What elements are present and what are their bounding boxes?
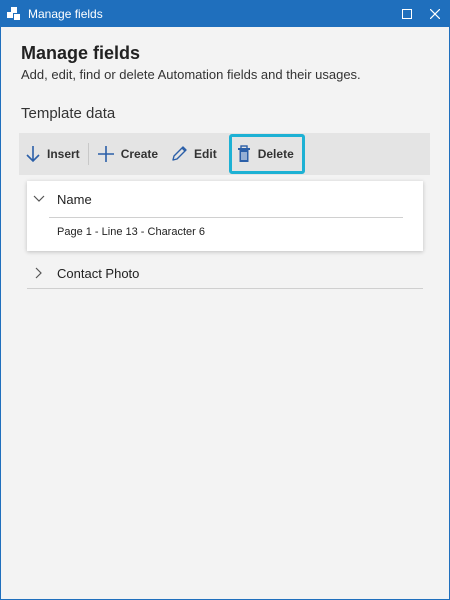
pencil-icon bbox=[172, 146, 187, 161]
page-subtitle: Add, edit, find or delete Automation fie… bbox=[21, 67, 361, 82]
create-button[interactable]: Create bbox=[91, 137, 164, 171]
field-item-contact-photo[interactable]: Contact Photo bbox=[27, 258, 423, 289]
field-usage[interactable]: Page 1 - Line 13 - Character 6 bbox=[27, 218, 423, 246]
manage-fields-window: Manage fields Manage fields Add, edit, f… bbox=[0, 0, 450, 600]
section-title: Template data bbox=[21, 105, 116, 122]
field-name: Name bbox=[57, 191, 92, 207]
field-row-header[interactable]: Name bbox=[27, 181, 423, 217]
plus-icon bbox=[97, 146, 114, 162]
delete-button[interactable]: Delete bbox=[228, 134, 305, 174]
close-icon bbox=[430, 9, 440, 19]
maximize-button[interactable] bbox=[393, 1, 421, 27]
insert-label: Insert bbox=[47, 147, 80, 161]
chevron-right-icon[interactable] bbox=[33, 267, 45, 279]
close-button[interactable] bbox=[421, 1, 449, 27]
maximize-icon bbox=[402, 9, 412, 19]
insert-button[interactable]: Insert bbox=[19, 137, 86, 171]
trash-icon bbox=[237, 145, 250, 162]
title-bar: Manage fields bbox=[1, 1, 449, 27]
field-item-name[interactable]: Name Page 1 - Line 13 - Character 6 bbox=[27, 181, 423, 251]
edit-label: Edit bbox=[194, 147, 217, 161]
app-icon bbox=[6, 6, 22, 22]
window-title: Manage fields bbox=[28, 7, 103, 21]
edit-button[interactable]: Edit bbox=[164, 137, 223, 171]
arrow-down-icon bbox=[26, 146, 40, 163]
chevron-down-icon[interactable] bbox=[33, 193, 45, 205]
toolbar: Insert Create Edit Delete bbox=[19, 133, 430, 175]
delete-label: Delete bbox=[257, 147, 294, 161]
page-title: Manage fields bbox=[21, 43, 141, 63]
create-label: Create bbox=[120, 147, 159, 161]
field-name: Contact Photo bbox=[57, 265, 140, 281]
toolbar-separator bbox=[87, 143, 89, 165]
